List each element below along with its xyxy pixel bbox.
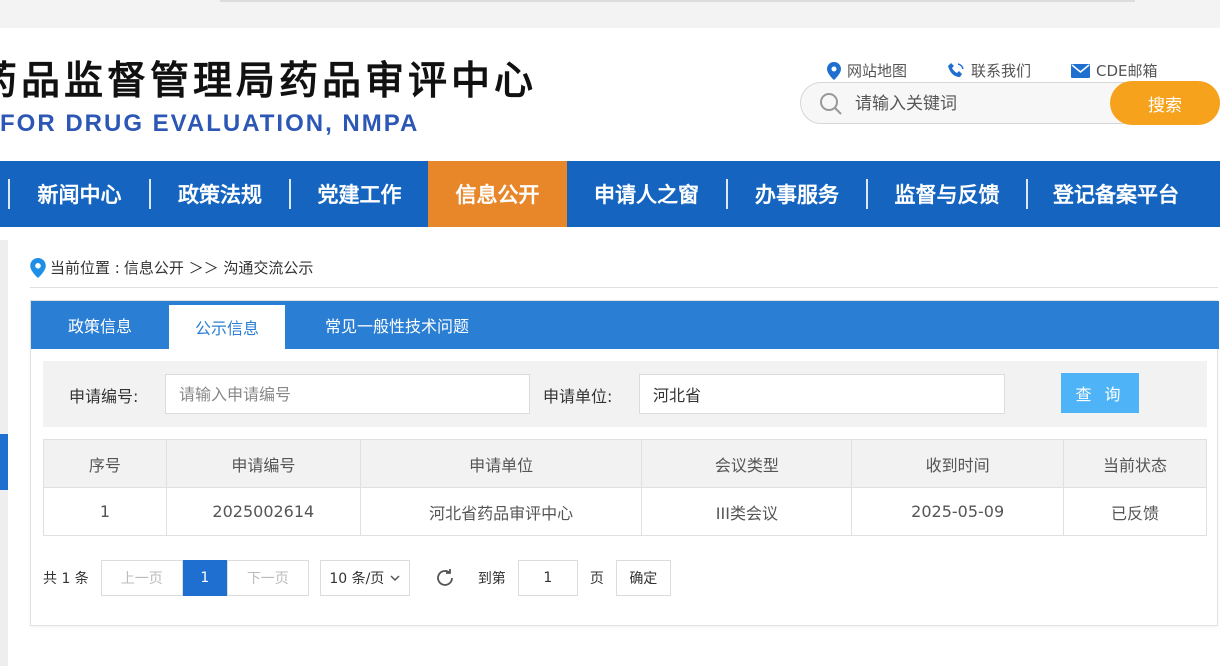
breadcrumb-prefix: 当前位置 :	[50, 259, 120, 277]
cell-app-no: 2025002614	[165, 487, 361, 536]
total-count: 共 1 条	[43, 571, 89, 587]
prev-page-button[interactable]: 上一页	[100, 560, 183, 596]
page-unit-label: 页	[589, 571, 604, 587]
col-app-unit: 申请单位	[359, 439, 643, 488]
table-row[interactable]: 1 2025002614 河北省药品审评中心 III类会议 2025-05-09…	[43, 487, 1207, 536]
content-panel: 政策信息 公示信息 常见一般性技术问题 申请编号: 申请单位: 查 询 序号 申…	[30, 300, 1219, 626]
tab-policy-info[interactable]: 政策信息	[31, 301, 169, 349]
page-size-value: 10 条/页	[329, 571, 385, 587]
results-table: 序号 申请编号 申请单位 会议类型 收到时间 当前状态 1 2025002614…	[43, 439, 1207, 536]
breadcrumb: 当前位置 : 信息公开 ＞＞ 沟通交流公示	[30, 257, 313, 278]
tab-common-tech-questions[interactable]: 常见一般性技术问题	[285, 301, 509, 349]
site-title-cn: 药品监督管理局药品审评中心	[0, 59, 538, 104]
col-received-time: 收到时间	[851, 439, 1065, 488]
cell-status: 已反馈	[1063, 487, 1207, 536]
nav-item-party[interactable]: 党建工作	[291, 161, 428, 227]
contact-link[interactable]: 联系我们	[947, 60, 1031, 81]
main-nav: 新闻中心 政策法规 党建工作 信息公开 申请人之窗 办事服务 监督与反馈 登记备…	[0, 161, 1220, 227]
cell-seq: 1	[43, 487, 167, 536]
col-status: 当前状态	[1063, 439, 1207, 488]
pagination: 共 1 条 上一页 1 下一页 10 条/页 到第 页 确定	[43, 559, 671, 597]
map-pin-icon	[827, 61, 841, 80]
app-unit-input[interactable]	[639, 374, 1005, 414]
top-bar	[0, 0, 1220, 28]
tab-public-notice[interactable]: 公示信息	[169, 305, 285, 349]
cell-meeting-type: III类会议	[641, 487, 853, 536]
app-no-label: 申请编号:	[69, 387, 139, 406]
nav-item-services[interactable]: 办事服务	[728, 161, 866, 227]
left-scroll-thumb[interactable]	[0, 434, 8, 490]
col-seq: 序号	[43, 439, 167, 488]
refresh-icon[interactable]	[434, 567, 456, 589]
cell-received-time: 2025-05-09	[851, 487, 1065, 536]
search-input[interactable]	[855, 93, 1095, 115]
next-page-button[interactable]: 下一页	[226, 560, 309, 596]
goto-label: 到第	[477, 571, 506, 587]
breadcrumb-divider	[30, 287, 1218, 288]
page-number-current[interactable]: 1	[182, 560, 227, 596]
search-button[interactable]: 搜索	[1110, 81, 1220, 125]
mail-icon	[1071, 63, 1091, 78]
filter-bar: 申请编号: 申请单位: 查 询	[43, 361, 1207, 427]
nav-item-news[interactable]: 新闻中心	[10, 161, 149, 227]
nav-item-supervision[interactable]: 监督与反馈	[868, 161, 1026, 227]
phone-icon	[948, 62, 964, 77]
page-size-select[interactable]: 10 条/页	[319, 560, 410, 596]
col-meeting-type: 会议类型	[641, 439, 853, 488]
query-button[interactable]: 查 询	[1061, 373, 1139, 413]
mail-label: CDE邮箱	[1096, 62, 1158, 80]
top-bar-strip	[220, 0, 1135, 2]
col-app-no: 申请编号	[165, 439, 361, 488]
nav-item-info-disclosure[interactable]: 信息公开	[428, 161, 567, 227]
nav-item-registration[interactable]: 登记备案平台	[1028, 161, 1204, 227]
nav-item-applicant-window[interactable]: 申请人之窗	[567, 161, 726, 227]
site-title-en: FOR DRUG EVALUATION, NMPA	[0, 110, 420, 137]
app-no-input[interactable]	[165, 374, 530, 414]
goto-page-input[interactable]	[517, 560, 578, 596]
contact-label: 联系我们	[971, 62, 1032, 80]
chevron-down-icon	[390, 574, 400, 581]
table-header-row: 序号 申请编号 申请单位 会议类型 收到时间 当前状态	[43, 439, 1207, 488]
tab-bar: 政策信息 公示信息 常见一般性技术问题	[31, 301, 1219, 349]
breadcrumb-path[interactable]: 信息公开 ＞＞ 沟通交流公示	[124, 257, 314, 278]
header-links: 网站地图 联系我们 CDE邮箱	[827, 60, 1158, 81]
sitemap-label: 网站地图	[847, 62, 908, 80]
goto-confirm-button[interactable]: 确定	[615, 560, 671, 596]
mail-link[interactable]: CDE邮箱	[1071, 60, 1158, 81]
search-icon	[819, 92, 843, 120]
nav-item-policy[interactable]: 政策法规	[151, 161, 289, 227]
sitemap-link[interactable]: 网站地图	[827, 60, 907, 81]
cell-app-unit: 河北省药品审评中心	[359, 487, 643, 536]
location-pin-icon	[30, 257, 46, 278]
app-unit-label: 申请单位:	[543, 387, 613, 406]
